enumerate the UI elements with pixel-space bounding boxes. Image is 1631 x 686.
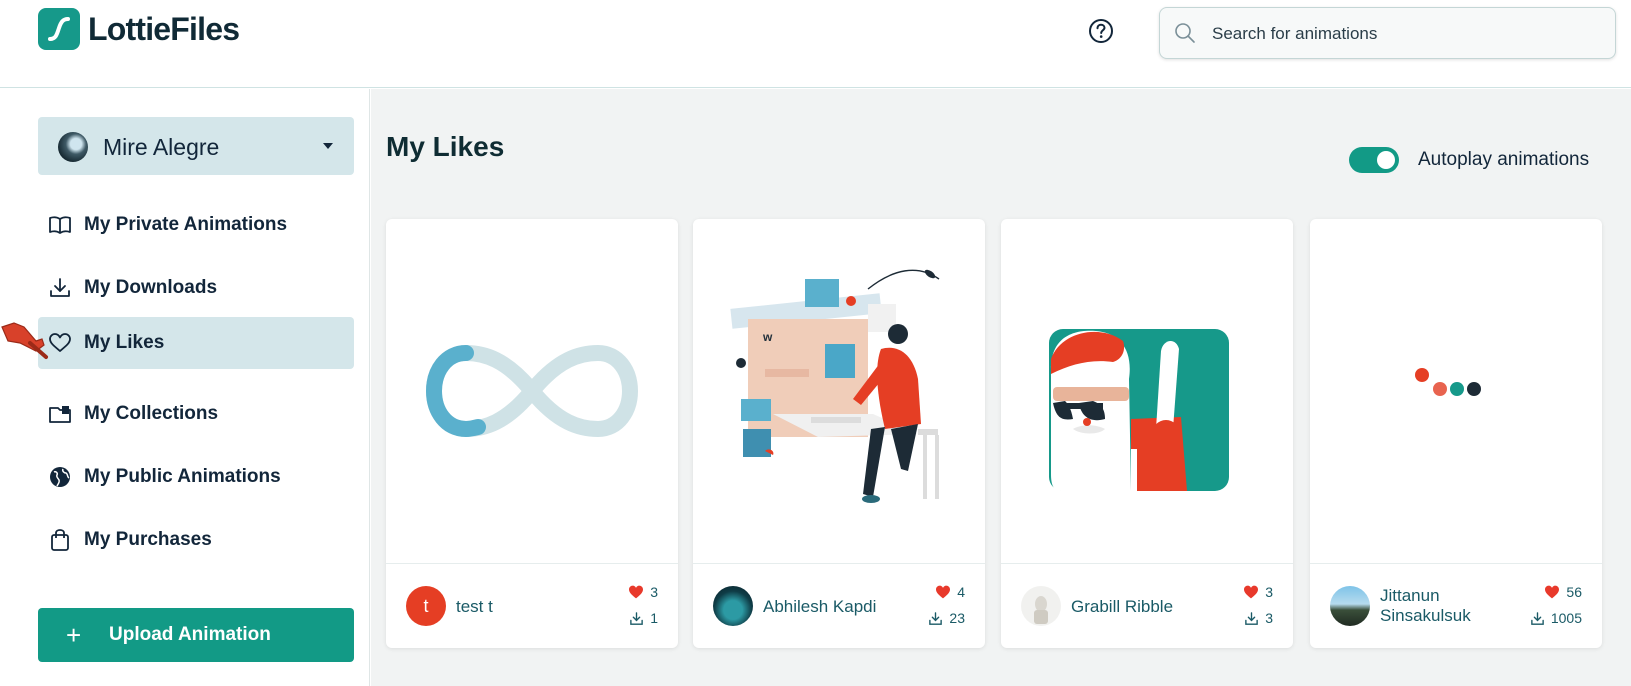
likes-count: 56 bbox=[1544, 584, 1582, 600]
sidebar-item-likes[interactable]: My Likes bbox=[38, 317, 354, 369]
download-icon bbox=[630, 611, 644, 625]
sidebar-item-label: My Likes bbox=[84, 332, 165, 353]
download-icon bbox=[1245, 611, 1259, 625]
animation-preview bbox=[1310, 219, 1602, 563]
sidebar-item-label: My Purchases bbox=[84, 529, 212, 550]
likes-count: 4 bbox=[935, 584, 965, 600]
downloads-count: 23 bbox=[928, 610, 965, 626]
book-icon bbox=[48, 213, 72, 237]
sidebar-item-private-animations[interactable]: My Private Animations bbox=[38, 199, 354, 251]
animation-card[interactable]: t test t 3 1 bbox=[386, 219, 678, 648]
search-box bbox=[1159, 7, 1616, 59]
downloads-count: 3 bbox=[1244, 610, 1273, 626]
author-name[interactable]: Abhilesh Kapdi bbox=[763, 597, 876, 617]
card-footer: Jittanun Sinsakulsuk 56 1005 bbox=[1310, 563, 1602, 648]
page-title: My Likes bbox=[386, 131, 505, 162]
animation-card[interactable]: w Abhilesh Kapdi 4 23 bbox=[693, 219, 985, 648]
downloads-value: 1005 bbox=[1550, 610, 1582, 626]
help-icon[interactable] bbox=[1088, 18, 1114, 44]
main-content: My Likes Autoplay animations t test t 3 … bbox=[371, 89, 1631, 686]
author-name[interactable]: test t bbox=[456, 597, 493, 617]
download-icon bbox=[929, 611, 943, 625]
sidebar-item-label: My Private Animations bbox=[84, 214, 288, 235]
upload-button-label: Upload Animation bbox=[109, 624, 271, 645]
heart-filled-icon bbox=[1545, 585, 1560, 599]
upload-animation-button[interactable]: + Upload Animation bbox=[38, 608, 354, 662]
logo[interactable]: LottieFiles bbox=[38, 8, 240, 50]
animation-preview: w bbox=[693, 219, 985, 563]
search-icon bbox=[1174, 22, 1196, 44]
sidebar-item-downloads[interactable]: My Downloads bbox=[38, 262, 354, 314]
top-header: LottieFiles bbox=[0, 0, 1631, 88]
author-avatar[interactable] bbox=[1330, 586, 1370, 626]
animation-preview bbox=[1001, 219, 1293, 563]
author-name[interactable]: Grabill Ribble bbox=[1071, 597, 1173, 617]
search-input[interactable] bbox=[1212, 22, 1592, 46]
avatar-letter: t bbox=[423, 595, 429, 616]
user-name: Mire Alegre bbox=[103, 134, 220, 160]
likes-value: 56 bbox=[1566, 584, 1582, 600]
likes-value: 4 bbox=[957, 584, 965, 600]
shopping-bag-icon bbox=[48, 528, 72, 552]
sidebar: Mire Alegre My Private Animations My Dow… bbox=[0, 89, 370, 686]
lottiefiles-logo-icon bbox=[38, 8, 80, 50]
pointing-hand-cursor-icon bbox=[0, 317, 50, 363]
downloads-count: 1 bbox=[629, 610, 658, 626]
animation-card[interactable]: Jittanun Sinsakulsuk 56 1005 bbox=[1310, 219, 1602, 648]
caret-down-icon bbox=[323, 143, 333, 149]
card-footer: Grabill Ribble 3 3 bbox=[1001, 563, 1293, 648]
autoplay-label: Autoplay animations bbox=[1418, 149, 1590, 170]
collection-icon bbox=[48, 402, 72, 426]
card-footer: Abhilesh Kapdi 4 23 bbox=[693, 563, 985, 648]
sidebar-item-purchases[interactable]: My Purchases bbox=[38, 514, 354, 566]
heart-filled-icon bbox=[1244, 585, 1259, 599]
card-footer: t test t 3 1 bbox=[386, 563, 678, 648]
globe-icon bbox=[48, 465, 72, 489]
likes-value: 3 bbox=[650, 584, 658, 600]
sidebar-item-public-animations[interactable]: My Public Animations bbox=[38, 451, 354, 503]
heart-filled-icon bbox=[629, 585, 644, 599]
sidebar-item-collections[interactable]: My Collections bbox=[38, 388, 354, 440]
download-icon bbox=[1531, 611, 1544, 625]
likes-count: 3 bbox=[1243, 584, 1273, 600]
plus-icon: + bbox=[66, 620, 82, 650]
svg-text:w: w bbox=[762, 330, 773, 344]
author-name[interactable]: Jittanun Sinsakulsuk bbox=[1380, 586, 1520, 626]
downloads-value: 23 bbox=[949, 610, 965, 626]
animation-card[interactable]: Grabill Ribble 3 3 bbox=[1001, 219, 1293, 648]
likes-value: 3 bbox=[1265, 584, 1273, 600]
autoplay-toggle[interactable] bbox=[1349, 147, 1399, 173]
sidebar-item-label: My Public Animations bbox=[84, 466, 281, 487]
user-avatar bbox=[58, 132, 88, 162]
logo-text: LottieFiles bbox=[88, 10, 240, 47]
downloads-value: 1 bbox=[650, 610, 658, 626]
author-avatar[interactable]: t bbox=[406, 586, 446, 626]
download-icon bbox=[48, 276, 72, 300]
heart-filled-icon bbox=[936, 585, 951, 599]
toggle-knob bbox=[1377, 151, 1395, 169]
author-avatar[interactable] bbox=[713, 586, 753, 626]
sidebar-item-label: My Collections bbox=[84, 403, 219, 424]
animation-preview bbox=[386, 219, 678, 563]
sidebar-item-label: My Downloads bbox=[84, 277, 218, 298]
user-account-dropdown[interactable]: Mire Alegre bbox=[38, 117, 354, 175]
downloads-value: 3 bbox=[1265, 610, 1273, 626]
heart-icon bbox=[48, 331, 72, 355]
downloads-count: 1005 bbox=[1530, 610, 1582, 626]
author-avatar[interactable] bbox=[1021, 586, 1061, 626]
likes-count: 3 bbox=[628, 584, 658, 600]
